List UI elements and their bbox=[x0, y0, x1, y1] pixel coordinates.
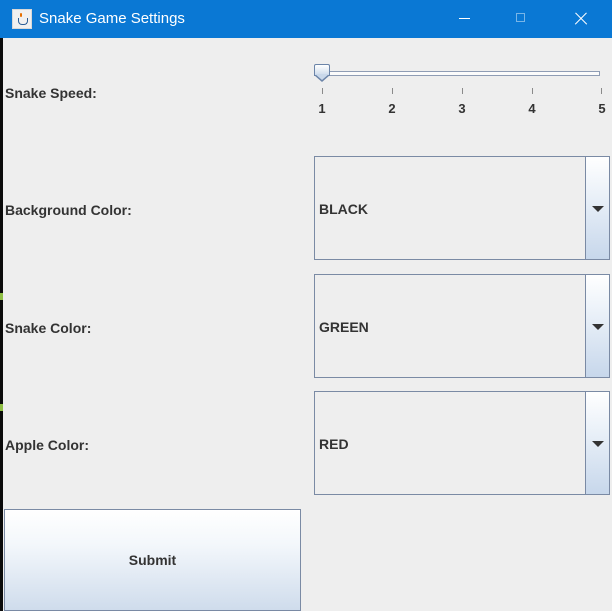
background-color-label: Background Color: bbox=[5, 202, 132, 218]
apple-color-dropdown-button[interactable] bbox=[585, 392, 609, 494]
speed-tick bbox=[392, 88, 393, 94]
submit-button[interactable]: Submit bbox=[4, 509, 301, 611]
speed-tick bbox=[601, 88, 602, 94]
snake-color-value: GREEN bbox=[319, 319, 369, 335]
chevron-down-icon bbox=[592, 324, 604, 330]
apple-color-select[interactable]: RED bbox=[314, 391, 610, 495]
speed-tick bbox=[322, 88, 323, 94]
speed-tick-label: 4 bbox=[528, 101, 536, 116]
background-color-select[interactable]: BLACK bbox=[314, 156, 610, 260]
speed-tick-label: 5 bbox=[598, 101, 606, 116]
apple-color-label: Apple Color: bbox=[5, 437, 89, 453]
speed-tick-label: 2 bbox=[388, 101, 396, 116]
chevron-down-icon bbox=[592, 441, 604, 447]
background-window-edge bbox=[0, 38, 3, 611]
snake-color-label: Snake Color: bbox=[5, 320, 92, 336]
settings-window: Snake Game Settings Snake Speed: 1 2 3 4… bbox=[0, 0, 612, 611]
background-color-dropdown-button[interactable] bbox=[585, 157, 609, 259]
java-app-icon bbox=[12, 9, 32, 29]
snake-color-select[interactable]: GREEN bbox=[314, 274, 610, 378]
speed-tick-label: 1 bbox=[318, 101, 326, 116]
snake-color-dropdown-button[interactable] bbox=[585, 275, 609, 377]
speed-slider-track[interactable] bbox=[316, 71, 600, 76]
title-bar[interactable]: Snake Game Settings bbox=[0, 0, 612, 38]
window-title: Snake Game Settings bbox=[39, 10, 185, 27]
speed-tick bbox=[462, 88, 463, 94]
minimize-icon[interactable] bbox=[435, 0, 493, 38]
edge-mark bbox=[0, 404, 3, 411]
close-icon[interactable] bbox=[551, 0, 612, 38]
speed-tick bbox=[532, 88, 533, 94]
background-color-value: BLACK bbox=[319, 201, 368, 217]
chevron-down-icon bbox=[592, 206, 604, 212]
maximize-icon[interactable] bbox=[493, 0, 551, 38]
snake-speed-label: Snake Speed: bbox=[5, 85, 97, 101]
edge-mark bbox=[0, 293, 3, 300]
apple-color-value: RED bbox=[319, 436, 349, 452]
speed-tick-label: 3 bbox=[458, 101, 466, 116]
speed-slider-thumb-tip[interactable] bbox=[314, 74, 330, 82]
